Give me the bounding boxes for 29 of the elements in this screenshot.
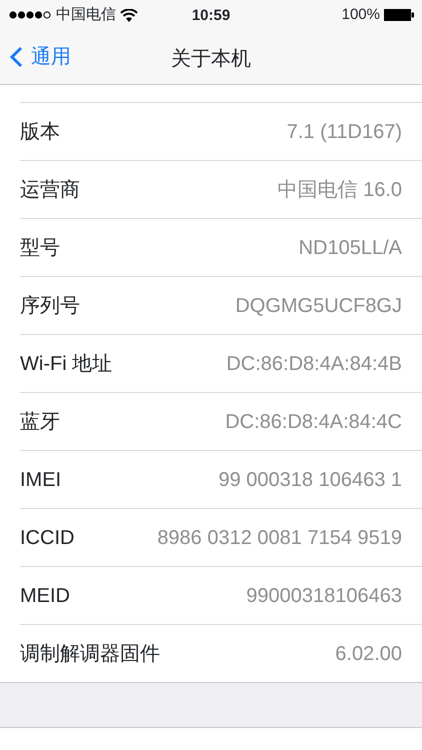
time-text: 10:59 [192,6,230,26]
row-value: DC:86:D8:4A:84:4B [226,352,402,376]
row-value: DQGMG5UCF8GJ [235,294,402,318]
row-label: 版本 [20,120,60,144]
row-value: 99 000318 106463 1 [218,468,402,492]
back-button[interactable]: 通用 [0,30,71,84]
battery-percent: 100% [342,4,380,25]
back-chevron-icon [10,46,23,68]
row-value: 99000318106463 [246,584,402,608]
row-label: 型号 [20,236,60,260]
row-value: ND105LL/A [298,236,402,260]
row-label: 调制解调器固件 [20,642,160,666]
row-value: 中国电信 16.0 [278,178,402,202]
row-label: 序列号 [20,294,80,318]
row-label: IMEI [20,468,62,492]
page-title: 关于本机 [171,47,251,72]
row-label: MEID [20,584,70,608]
row-label: ICCID [20,526,74,550]
row-value: DC:86:D8:4A:84:4C [225,410,402,434]
wifi-icon [120,8,138,22]
row-label: 运营商 [20,178,80,202]
row-value: 6.02.00 [335,642,402,666]
carrier-name: 中国电信 [56,4,116,25]
signal-icon [8,10,52,20]
row-label: 蓝牙 [20,410,60,434]
battery-icon [384,9,414,21]
row-value: 7.1 (11D167) [286,120,402,144]
row-value: 8986 0312 0081 7154 9519 [157,526,402,550]
row-label: Wi-Fi 地址 [20,352,112,376]
